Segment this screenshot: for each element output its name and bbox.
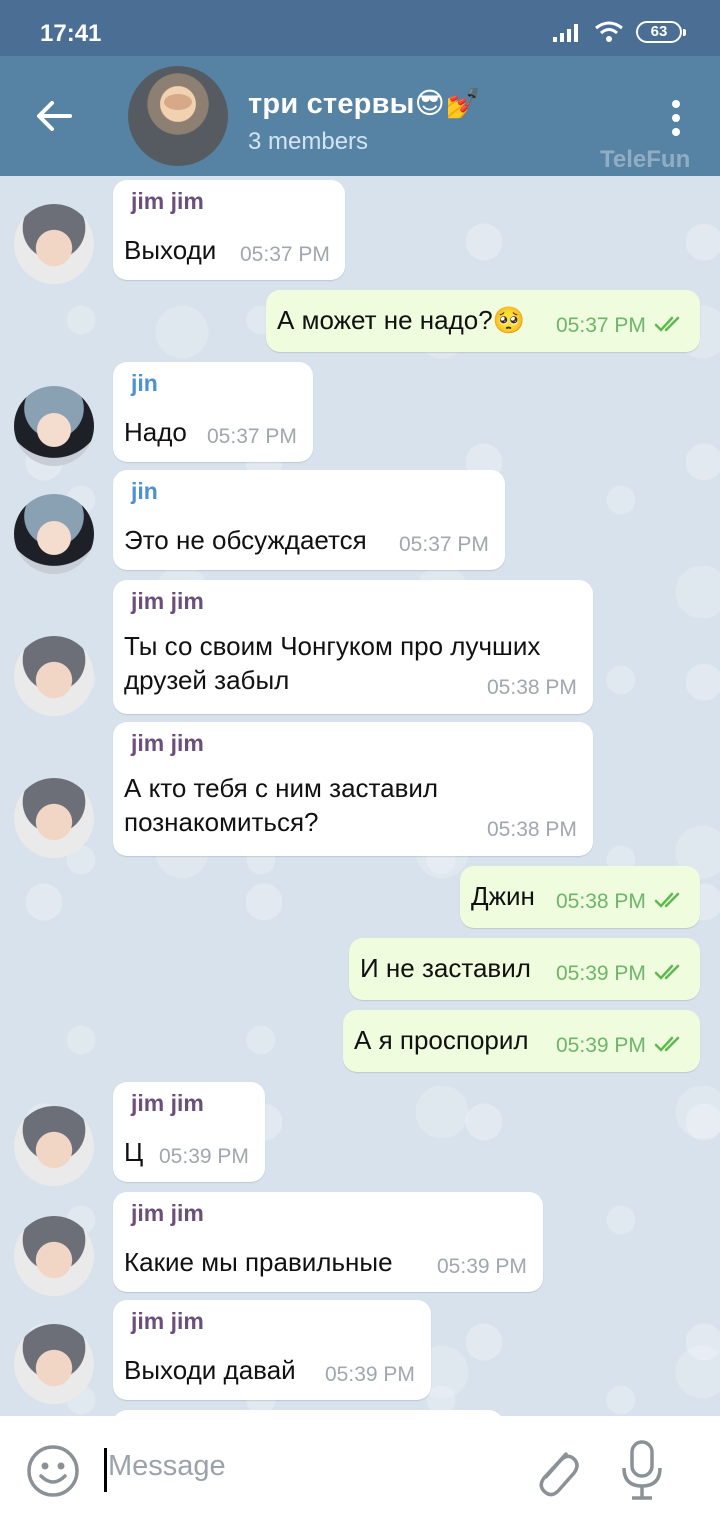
message-bubble[interactable]: jin Надо 05:37 PM [113,362,313,462]
message-text: Выходи [124,235,217,265]
message-bubble[interactable]: jim jim Выходи давай 05:39 PM [113,1300,431,1400]
message-time: 05:38 PM [556,890,646,913]
status-time: 17:41 [40,20,102,47]
members-count: 3 members [248,128,369,155]
group-avatar[interactable] [128,66,228,166]
message-text: Надо [124,417,187,447]
message-bubble[interactable]: Джин 05:38 PM [460,866,700,928]
message-time: 05:37 PM [207,425,297,448]
avatar[interactable] [14,1216,94,1296]
double-check-icon [654,964,680,980]
message-time: 05:39 PM [159,1145,249,1168]
paperclip-icon[interactable] [528,1438,582,1502]
message-time: 05:38 PM [487,676,577,699]
message-input-bar: Message [0,1416,720,1520]
avatar[interactable] [14,204,94,284]
message-time: 05:37 PM [556,314,646,337]
message-time: 05:38 PM [487,818,577,841]
message-text: Выходи давай [124,1355,296,1385]
avatar[interactable] [14,778,94,858]
chat-area[interactable]: jim jim Выходи 05:37 PM А может не надо?… [0,176,720,1416]
message-bubble[interactable]: jim jim А кто тебя с ним заставил познак… [113,722,593,856]
message-text: Джин [471,881,535,911]
double-check-icon [654,892,680,908]
group-title[interactable]: три стервы😎💅 [248,86,481,121]
more-vert-icon[interactable] [664,94,688,142]
status-bar: 17:41 63 [0,0,720,56]
avatar[interactable] [14,1324,94,1404]
message-bubble[interactable]: А я проспорил 05:39 PM [343,1010,700,1072]
avatar[interactable] [14,1106,94,1186]
avatar[interactable] [14,386,94,466]
text-caret [104,1448,107,1492]
microphone-icon[interactable] [620,1438,664,1502]
message-time: 05:39 PM [556,962,646,985]
message-text: Это не обсуждается [124,525,367,555]
sender-name[interactable]: jin [131,370,158,397]
chat-header: три стервы😎💅 3 members TeleFun [0,56,720,176]
message-bubble[interactable]: jin Это не обсуждается 05:37 PM [113,470,505,570]
sender-name[interactable]: jim jim [131,188,204,215]
double-check-icon [654,1036,680,1052]
watermark: TeleFun [600,146,691,173]
message-text-line: друзей забыл [124,665,290,695]
message-bubble[interactable]: jim jim Ц 05:39 PM [113,1082,265,1182]
sender-name[interactable]: jin [131,478,158,505]
battery-indicator: 63 [636,21,686,43]
message-text-line: познакомиться? [124,807,319,837]
sender-name[interactable]: jim jim [131,588,204,615]
signal-icon [553,24,578,42]
avatar[interactable] [14,636,94,716]
message-text: И не заставил [360,953,531,983]
message-text-line: А кто тебя с ним заставил [124,773,439,803]
message-text: Какие мы правильные [124,1247,393,1277]
message-text: Ц [124,1137,144,1167]
wifi-icon [595,21,623,42]
message-time: 05:39 PM [556,1034,646,1057]
back-arrow-icon[interactable] [30,92,78,140]
sender-name[interactable]: jim jim [131,1308,204,1335]
message-bubble[interactable]: jim jim Ты со своим Чонгуком про лучших … [113,580,593,714]
message-time: 05:37 PM [240,243,330,266]
avatar[interactable] [14,494,94,574]
message-time: 05:39 PM [437,1255,527,1278]
message-text-line: Ты со своим Чонгуком про лучших [124,631,541,661]
message-bubble[interactable]: И не заставил 05:39 PM [349,938,700,1000]
double-check-icon [654,316,680,332]
sender-name[interactable]: jim jim [131,1200,204,1227]
status-icons: 63 [552,20,686,44]
sender-name[interactable]: jim jim [131,730,204,757]
smile-icon[interactable] [26,1444,80,1498]
message-time: 05:39 PM [325,1363,415,1386]
sender-name[interactable]: jim jim [131,1090,204,1117]
message-bubble[interactable]: jim jim Какие мы правильные 05:39 PM [113,1192,543,1292]
message-text: А я проспорил [354,1025,529,1055]
message-input[interactable]: Message [108,1450,226,1483]
message-bubble[interactable]: jim jim Выходи 05:37 PM [113,180,345,280]
message-bubble[interactable]: А может не надо?🥺 05:37 PM [266,290,700,352]
message-time: 05:37 PM [399,533,489,556]
message-text: А может не надо?🥺 [277,305,526,335]
